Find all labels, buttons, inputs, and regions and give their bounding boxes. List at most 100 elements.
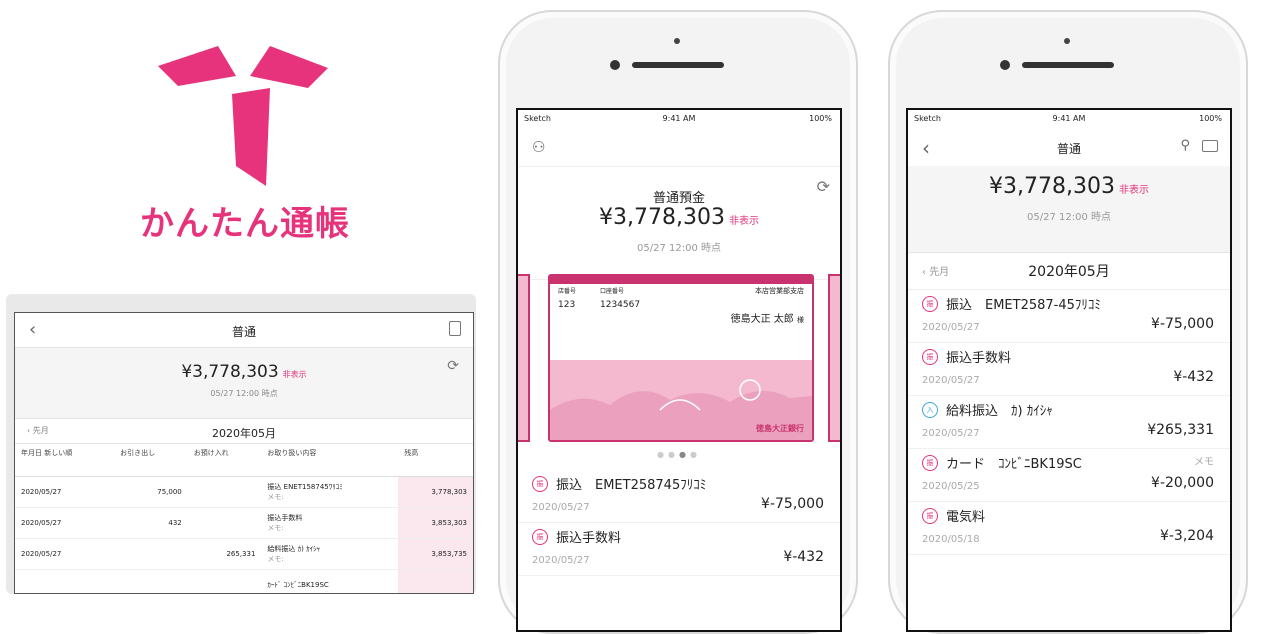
- table-row[interactable]: 2020/05/27 432 振込手数料 メモ: 3,853,303: [15, 507, 473, 539]
- month-selector: ‹ 先月 2020年05月: [15, 419, 473, 444]
- transaction-amount: ¥-432: [1173, 369, 1214, 385]
- table-row[interactable]: ｶｰﾄﾞ ｺﾝﾋﾞﾆBK19SC: [15, 569, 473, 593]
- account-type: 普通預金: [652, 191, 705, 206]
- withdrawal-icon: 振: [532, 476, 548, 492]
- store-no: 123: [558, 300, 576, 310]
- desc-text: ｶｰﾄﾞ ｺﾝﾋﾞﾆBK19SC: [267, 581, 329, 589]
- cell-out: 75,000: [114, 476, 188, 508]
- transaction-date: 2020/05/27: [532, 555, 590, 566]
- cell-out: 432: [114, 507, 188, 539]
- transaction-row[interactable]: 振振込 EMET2587-45ﾌﾘｺﾐ 2020/05/27 ¥-75,000: [908, 290, 1230, 343]
- cell-in: [187, 569, 262, 593]
- tablet-nav-bar: ‹ 普通: [15, 313, 473, 348]
- tablet-screen: ‹ 普通 ¥3,778,303 非表示 05/27 12:00 時点 ⟳ ‹ 先月…: [14, 312, 474, 594]
- transaction-date: 2020/05/25: [922, 481, 980, 492]
- transaction-name: 振込 EMET258745ﾌﾘｺﾐ: [556, 478, 707, 493]
- transaction-name: 振込手数料: [556, 531, 622, 546]
- transaction-row[interactable]: 振振込手数料 2020/05/27 ¥-432: [518, 523, 840, 576]
- cell-in: [187, 476, 262, 508]
- carousel-pager[interactable]: ●●●●: [518, 450, 840, 459]
- transaction-name: カード ｺﾝﾋﾞﾆBK19SC: [946, 457, 1082, 472]
- balance-amount: ¥3,778,303 非表示: [989, 174, 1149, 199]
- battery: 100%: [809, 114, 832, 123]
- hide-balance-button[interactable]: 非表示: [283, 370, 307, 379]
- column-header: お引き出し: [114, 444, 188, 477]
- transaction-date: 2020/05/27: [532, 502, 590, 513]
- card-icon[interactable]: [1202, 140, 1218, 152]
- account-no: 1234567: [600, 300, 641, 310]
- transaction-row[interactable]: 振振込手数料 2020/05/27 ¥-432: [908, 343, 1230, 396]
- branch-name: 本店営業部支店: [755, 287, 804, 295]
- document-icon[interactable]: [449, 321, 461, 336]
- status-bar: Sketch 9:41 AM 100%: [908, 110, 1230, 130]
- battery: 100%: [1199, 114, 1222, 123]
- user-icon[interactable]: ⚇: [532, 138, 545, 156]
- hide-balance-button[interactable]: 非表示: [1119, 185, 1149, 196]
- transaction-date: 2020/05/18: [922, 534, 980, 545]
- cell-balance: 3,778,303: [398, 476, 473, 508]
- phone2-screen: Sketch 9:41 AM 100% ‹ 普通 ⚲ ¥3,778,303 非表示…: [906, 108, 1232, 632]
- cell-desc: 給料振込 ｶ) ｶｲｼｬ メモ:: [261, 538, 399, 570]
- column-header: 残高: [398, 444, 473, 477]
- cell-in: [187, 507, 262, 539]
- cell-balance: [398, 569, 473, 593]
- table-row[interactable]: 2020/05/27 75,000 振込 ENET158745ﾜﾘｺﾐ メモ: 3,77…: [15, 476, 473, 508]
- transaction-row[interactable]: 振カード ｺﾝﾋﾞﾆBK19SC 2020/05/25 ¥-20,000 メモ: [908, 449, 1230, 502]
- store-no-label: 店番号: [558, 288, 577, 295]
- withdrawal-icon: 振: [922, 455, 938, 471]
- memo-text[interactable]: メモ:: [267, 523, 392, 533]
- cell-balance: 3,853,303: [398, 507, 473, 539]
- as-of-time: 05/27 12:00 時点: [1027, 212, 1111, 223]
- sensor-dot: [1064, 38, 1070, 44]
- transaction-amount: ¥-432: [783, 549, 824, 565]
- refresh-icon[interactable]: ⟳: [447, 358, 459, 374]
- page-title: 普通: [231, 325, 256, 339]
- transaction-name: 電気料: [946, 510, 986, 525]
- speaker: [632, 62, 724, 68]
- next-card-peek[interactable]: [828, 274, 840, 442]
- bank-name: 徳島大正銀行: [756, 424, 804, 433]
- cell-desc: 振込 ENET158745ﾜﾘｺﾐ メモ:: [261, 476, 399, 508]
- withdrawal-icon: 振: [922, 296, 938, 312]
- as-of-time: 05/27 12:00 時点: [210, 389, 278, 398]
- account-holder: 徳島大正 太郎 様: [730, 314, 804, 325]
- hide-balance-button[interactable]: 非表示: [729, 216, 759, 227]
- memo-text[interactable]: メモ:: [267, 492, 392, 502]
- passbook-card[interactable]: 店番号 口座番号 本店営業部支店 123 1234567 徳島大正 太郎 様 徳…: [548, 274, 814, 442]
- cell-date: 2020/05/27: [15, 538, 115, 570]
- cell-desc: ｶｰﾄﾞ ｺﾝﾋﾞﾆBK19SC: [261, 569, 399, 593]
- transaction-date: 2020/05/27: [922, 375, 980, 386]
- cell-date: 2020/05/27: [15, 507, 115, 539]
- speaker: [1022, 62, 1114, 68]
- cell-out: [114, 538, 188, 570]
- prev-card-peek[interactable]: [518, 274, 530, 442]
- transaction-amount: ¥-75,000: [1151, 316, 1214, 332]
- transaction-row[interactable]: 振電気料 2020/05/18 ¥-3,204: [908, 502, 1230, 555]
- refresh-icon[interactable]: ⟳: [817, 177, 830, 196]
- desc-text: 給料振込 ｶ) ｶｲｼｬ: [267, 545, 321, 553]
- table-row[interactable]: 2020/05/27 265,331 給料振込 ｶ) ｶｲｼｬ メモ: 3,853,73…: [15, 538, 473, 570]
- clock: 9:41 AM: [662, 114, 696, 123]
- app-title: かんたん通帳: [140, 204, 350, 244]
- memo-text[interactable]: メモ:: [267, 554, 392, 564]
- transaction-row[interactable]: 振振込 EMET258745ﾌﾘｺﾐ 2020/05/27 ¥-75,000: [518, 470, 840, 523]
- transaction-name: 振込手数料: [946, 351, 1012, 366]
- cell-in: 265,331: [187, 538, 262, 570]
- balance-panel: 普通預金 ¥3,778,303 非表示 05/27 12:00 時点 ⟳: [518, 167, 840, 280]
- front-camera: [610, 60, 620, 70]
- card-illustration: 徳島大正銀行: [550, 360, 812, 440]
- column-header: お取り扱い内容: [261, 444, 399, 477]
- transaction-date: 2020/05/27: [922, 322, 980, 333]
- month-label: 2020年05月: [1028, 264, 1110, 280]
- transaction-list: 振振込 EMET2587-45ﾌﾘｺﾐ 2020/05/27 ¥-75,000 振振込…: [908, 290, 1230, 555]
- transaction-list: 振振込 EMET258745ﾌﾘｺﾐ 2020/05/27 ¥-75,000 振振込手…: [518, 470, 840, 576]
- clock: 9:41 AM: [1052, 114, 1086, 123]
- phone2-nav: ‹ 普通 ⚲: [908, 130, 1230, 166]
- as-of-time: 05/27 12:00 時点: [637, 243, 721, 254]
- transaction-row[interactable]: 入給料振込 ｶ) ｶｲｼｬ 2020/05/27 ¥265,331: [908, 396, 1230, 449]
- month-label: 2020年05月: [212, 427, 276, 440]
- memo-button[interactable]: メモ: [1194, 453, 1214, 468]
- withdrawal-icon: 振: [922, 349, 938, 365]
- search-icon[interactable]: ⚲: [1180, 138, 1190, 153]
- phone-frame-carousel: Sketch 9:41 AM 100% ⚇ 普通預金 ¥3,778,303 非表示…: [498, 10, 858, 634]
